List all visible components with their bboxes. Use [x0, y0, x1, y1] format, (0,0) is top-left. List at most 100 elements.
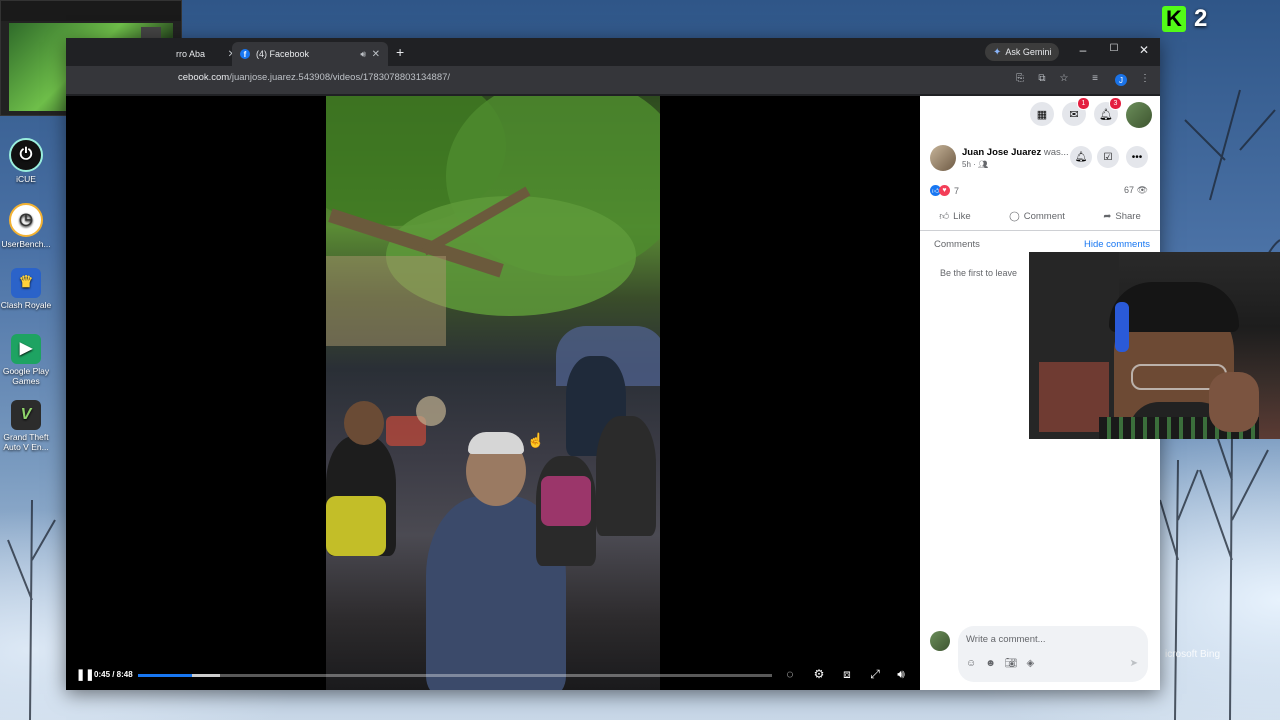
friends-audience-icon: 👥︎	[978, 160, 989, 169]
share-button[interactable]: ➦ Share	[1103, 211, 1140, 222]
desktop-icon-google-play-games[interactable]: ▶ Google Play Games	[0, 334, 52, 386]
camera-icon[interactable]: 📷︎	[1005, 658, 1018, 669]
close-tab-icon[interactable]: ✕	[372, 49, 380, 60]
avatar-sticker-icon[interactable]: ☺	[966, 658, 976, 669]
gta-v-icon: V	[11, 400, 41, 430]
video-frame	[326, 96, 660, 690]
kick-viewer-count: 2	[1194, 5, 1208, 32]
desktop-icon-userbenchmark[interactable]: ◷ UserBench...	[0, 203, 52, 249]
commenter-avatar	[930, 631, 950, 651]
divider	[920, 230, 1160, 231]
tab-previous[interactable]: rro Aba ✕	[176, 42, 236, 66]
post-author-name: Juan Jose Juarez	[962, 147, 1042, 158]
post-more-options-icon[interactable]: •••	[1126, 146, 1148, 168]
post-notifications-icon[interactable]: 🔔︎	[1070, 146, 1092, 168]
desktop-icon-label: Grand Theft Auto V En...	[3, 432, 49, 452]
notifications-badge: 3	[1109, 97, 1122, 110]
desktop-icon-label: Clash Royale	[0, 300, 52, 310]
empty-comments-text: Be the first to leave	[940, 268, 1018, 278]
view-count-value: 67	[1124, 185, 1135, 195]
hide-comments-link[interactable]: Hide comments	[1084, 239, 1150, 250]
desktop-icon-label: Google Play Games	[2, 366, 50, 386]
sticker-icon[interactable]: ◈	[1026, 658, 1034, 669]
settings-gear-icon[interactable]: ⚙	[811, 667, 827, 681]
love-reaction-icon: ♥	[939, 185, 950, 196]
comment-placeholder: Write a comment...	[966, 634, 1046, 645]
post-actions: 👍︎ Like ◯ Comment ➦ Share	[920, 206, 1160, 226]
hand-cursor-icon: ☝	[527, 432, 545, 448]
send-comment-icon[interactable]: ➤	[1130, 658, 1138, 669]
volume-icon[interactable]: 🔊︎	[893, 667, 909, 682]
fullscreen-icon[interactable]: ⤢	[867, 667, 883, 682]
tab-strip: rro Aba ✕ f (4) Facebook 🔊︎ ✕ + ✦ Ask Ge…	[66, 38, 1160, 66]
install-app-icon[interactable]: ⧉	[1035, 73, 1049, 84]
desktop-icon-gta-v[interactable]: V Grand Theft Auto V En...	[0, 400, 52, 452]
tab-audio-icon[interactable]: 🔊︎	[360, 49, 366, 60]
post-author-suffix: was...	[1043, 147, 1069, 158]
new-tab-button[interactable]: +	[396, 44, 404, 60]
thumbs-up-icon: 👍︎	[939, 211, 950, 222]
url-domain: cebook.com	[178, 72, 230, 83]
media-controls-icon[interactable]: ≡	[1088, 73, 1102, 84]
userbenchmark-icon: ◷	[9, 203, 43, 237]
picture-in-picture-icon[interactable]: ⧈	[839, 667, 855, 682]
messenger-badge: 1	[1077, 97, 1090, 110]
minimize-button[interactable]: –	[1074, 43, 1092, 57]
tab-label: (4) Facebook	[256, 49, 310, 59]
messenger-icon[interactable]: ✉ 1	[1062, 97, 1090, 126]
post-meta: 5h · 👥︎	[962, 160, 988, 169]
pause-button[interactable]: ❚❚	[76, 668, 94, 681]
facebook-top-icons: ▦ ✉ 1 🔔︎ 3	[1030, 97, 1152, 128]
desktop-icon-label: iCUE	[16, 174, 36, 184]
comment-button[interactable]: ◯ Comment	[1009, 211, 1065, 222]
maximize-button[interactable]: ☐	[1105, 43, 1123, 54]
video-buffer-fill	[191, 674, 221, 677]
address-bar[interactable]: cebook.com/juanjose.juarez.543908/videos…	[66, 66, 1160, 94]
post-author-avatar[interactable]	[930, 145, 956, 171]
browser-menu-icon[interactable]: ⋮	[1138, 73, 1152, 84]
translate-icon[interactable]: ⎘	[1013, 73, 1027, 84]
video-time: 0:45 / 8:48	[94, 670, 133, 679]
video-progress-bar[interactable]	[138, 674, 772, 677]
video-controls: ❚❚ 0:45 / 8:48 ◌ ⚙ ⧈ ⤢ 🔊︎	[66, 660, 920, 690]
tab-label: rro Aba	[176, 49, 206, 59]
desktop-icon-label: UserBench...	[1, 239, 51, 249]
share-arrow-icon: ➦	[1103, 210, 1112, 222]
bookmark-star-icon[interactable]: ☆	[1057, 73, 1071, 84]
comment-input[interactable]: Write a comment... ☺ ☻ 📷︎ ◈ ➤	[958, 626, 1148, 682]
reaction-count: 7	[954, 185, 960, 196]
close-window-button[interactable]: ✕	[1135, 43, 1153, 57]
captions-icon[interactable]: ◌	[782, 667, 798, 681]
bing-watermark: icrosoft Bing	[1165, 649, 1221, 660]
view-count: 67 👁︎	[1124, 185, 1148, 196]
browser-window: rro Aba ✕ f (4) Facebook 🔊︎ ✕ + ✦ Ask Ge…	[66, 38, 1160, 690]
desktop-icon-clash-royale[interactable]: ♛ Clash Royale	[0, 268, 52, 310]
like-label: Like	[953, 210, 971, 222]
comment-label: Comment	[1023, 210, 1065, 222]
url-text[interactable]: cebook.com/juanjose.juarez.543908/videos…	[178, 72, 450, 83]
ask-gemini-label: Ask Gemini	[1005, 47, 1052, 57]
post-time: 5h ·	[962, 160, 976, 169]
account-avatar[interactable]	[1126, 102, 1152, 128]
browser-profile-avatar[interactable]: J	[1115, 74, 1127, 86]
emoji-icon[interactable]: ☻	[985, 658, 996, 669]
reactions-summary[interactable]: 👍︎ ♥ 7	[930, 185, 959, 196]
comment-tools: ☺ ☻ 📷︎ ◈	[966, 658, 1034, 669]
kick-overlay: K 2	[1162, 5, 1207, 33]
tab-facebook[interactable]: f (4) Facebook 🔊︎ ✕	[232, 42, 388, 66]
ask-gemini-button[interactable]: ✦ Ask Gemini	[985, 43, 1060, 61]
video-player[interactable]: ☝ ❚❚ 0:45 / 8:48 ◌ ⚙ ⧈ ⤢ 🔊︎	[66, 96, 920, 690]
notifications-bell-icon[interactable]: 🔔︎ 3	[1094, 97, 1122, 126]
post-author[interactable]: Juan Jose Juarez was...	[962, 147, 1069, 158]
menu-grid-icon[interactable]: ▦	[1030, 102, 1054, 126]
save-post-icon[interactable]: ☑	[1097, 146, 1119, 168]
url-path: /juanjose.juarez.543908/videos/178307880…	[229, 72, 451, 83]
google-play-games-icon: ▶	[11, 334, 41, 364]
video-played-fill	[138, 674, 192, 677]
like-button[interactable]: 👍︎ Like	[939, 210, 971, 223]
comment-bubble-icon: ◯	[1009, 210, 1020, 222]
desktop-icon-icue[interactable]: ⏻ iCUE	[0, 138, 52, 184]
eye-icon: 👁︎	[1136, 185, 1148, 195]
share-label: Share	[1115, 210, 1141, 222]
facebook-favicon-icon: f	[240, 49, 250, 59]
